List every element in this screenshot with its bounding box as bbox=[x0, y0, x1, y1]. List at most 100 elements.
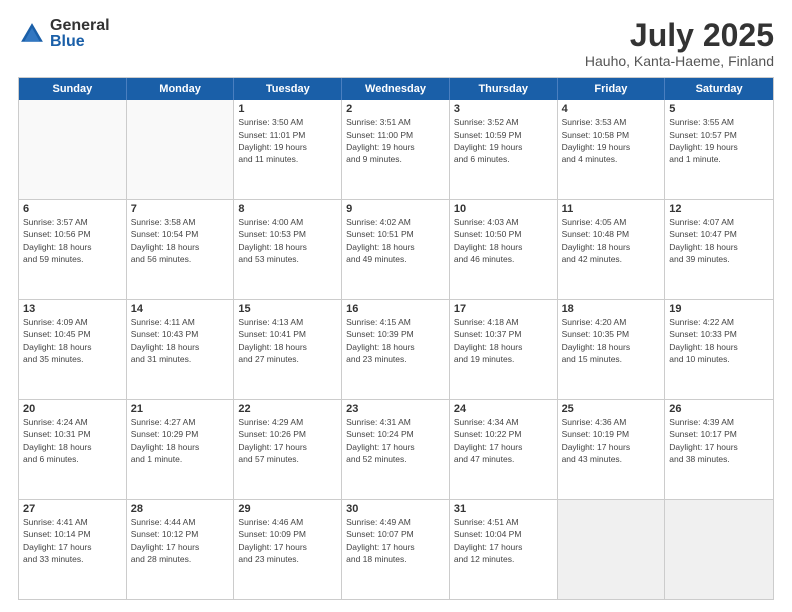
day-number: 3 bbox=[454, 103, 553, 115]
day-number: 4 bbox=[562, 103, 661, 115]
calendar-cell: 16Sunrise: 4:15 AM Sunset: 10:39 PM Dayl… bbox=[342, 300, 450, 399]
calendar-week-3: 13Sunrise: 4:09 AM Sunset: 10:45 PM Dayl… bbox=[19, 299, 773, 399]
calendar-cell bbox=[665, 500, 773, 599]
calendar-cell: 25Sunrise: 4:36 AM Sunset: 10:19 PM Dayl… bbox=[558, 400, 666, 499]
day-number: 1 bbox=[238, 103, 337, 115]
calendar-cell: 29Sunrise: 4:46 AM Sunset: 10:09 PM Dayl… bbox=[234, 500, 342, 599]
header-day-tuesday: Tuesday bbox=[234, 78, 342, 100]
logo-blue: Blue bbox=[50, 34, 110, 50]
day-number: 12 bbox=[669, 203, 769, 215]
calendar-cell: 30Sunrise: 4:49 AM Sunset: 10:07 PM Dayl… bbox=[342, 500, 450, 599]
day-number: 10 bbox=[454, 203, 553, 215]
calendar-cell: 20Sunrise: 4:24 AM Sunset: 10:31 PM Dayl… bbox=[19, 400, 127, 499]
calendar-cell: 24Sunrise: 4:34 AM Sunset: 10:22 PM Dayl… bbox=[450, 400, 558, 499]
day-info: Sunrise: 4:41 AM Sunset: 10:14 PM Daylig… bbox=[23, 516, 122, 565]
page: General Blue July 2025 Hauho, Kanta-Haem… bbox=[0, 0, 792, 612]
calendar-cell: 13Sunrise: 4:09 AM Sunset: 10:45 PM Dayl… bbox=[19, 300, 127, 399]
day-info: Sunrise: 3:55 AM Sunset: 10:57 PM Daylig… bbox=[669, 116, 769, 165]
calendar-week-5: 27Sunrise: 4:41 AM Sunset: 10:14 PM Dayl… bbox=[19, 499, 773, 599]
calendar: SundayMondayTuesdayWednesdayThursdayFrid… bbox=[18, 77, 774, 600]
logo: General Blue bbox=[18, 18, 110, 50]
day-number: 26 bbox=[669, 403, 769, 415]
calendar-cell: 3Sunrise: 3:52 AM Sunset: 10:59 PM Dayli… bbox=[450, 100, 558, 199]
day-info: Sunrise: 4:49 AM Sunset: 10:07 PM Daylig… bbox=[346, 516, 445, 565]
calendar-cell: 7Sunrise: 3:58 AM Sunset: 10:54 PM Dayli… bbox=[127, 200, 235, 299]
calendar-cell: 27Sunrise: 4:41 AM Sunset: 10:14 PM Dayl… bbox=[19, 500, 127, 599]
header-day-wednesday: Wednesday bbox=[342, 78, 450, 100]
calendar-cell: 19Sunrise: 4:22 AM Sunset: 10:33 PM Dayl… bbox=[665, 300, 773, 399]
calendar-cell: 28Sunrise: 4:44 AM Sunset: 10:12 PM Dayl… bbox=[127, 500, 235, 599]
header: General Blue July 2025 Hauho, Kanta-Haem… bbox=[18, 18, 774, 69]
day-number: 25 bbox=[562, 403, 661, 415]
calendar-week-1: 1Sunrise: 3:50 AM Sunset: 11:01 PM Dayli… bbox=[19, 100, 773, 199]
day-info: Sunrise: 4:13 AM Sunset: 10:41 PM Daylig… bbox=[238, 316, 337, 365]
day-number: 28 bbox=[131, 503, 230, 515]
title-block: July 2025 Hauho, Kanta-Haeme, Finland bbox=[585, 18, 774, 69]
calendar-cell: 2Sunrise: 3:51 AM Sunset: 11:00 PM Dayli… bbox=[342, 100, 450, 199]
calendar-cell: 31Sunrise: 4:51 AM Sunset: 10:04 PM Dayl… bbox=[450, 500, 558, 599]
logo-icon bbox=[18, 20, 46, 48]
day-info: Sunrise: 4:24 AM Sunset: 10:31 PM Daylig… bbox=[23, 416, 122, 465]
header-day-friday: Friday bbox=[558, 78, 666, 100]
calendar-cell: 18Sunrise: 4:20 AM Sunset: 10:35 PM Dayl… bbox=[558, 300, 666, 399]
calendar-body: 1Sunrise: 3:50 AM Sunset: 11:01 PM Dayli… bbox=[19, 100, 773, 599]
day-number: 31 bbox=[454, 503, 553, 515]
day-number: 15 bbox=[238, 303, 337, 315]
day-number: 6 bbox=[23, 203, 122, 215]
calendar-cell bbox=[19, 100, 127, 199]
calendar-cell: 9Sunrise: 4:02 AM Sunset: 10:51 PM Dayli… bbox=[342, 200, 450, 299]
day-number: 2 bbox=[346, 103, 445, 115]
calendar-cell: 23Sunrise: 4:31 AM Sunset: 10:24 PM Dayl… bbox=[342, 400, 450, 499]
calendar-cell: 1Sunrise: 3:50 AM Sunset: 11:01 PM Dayli… bbox=[234, 100, 342, 199]
day-info: Sunrise: 3:50 AM Sunset: 11:01 PM Daylig… bbox=[238, 116, 337, 165]
day-number: 14 bbox=[131, 303, 230, 315]
day-info: Sunrise: 3:51 AM Sunset: 11:00 PM Daylig… bbox=[346, 116, 445, 165]
logo-text: General Blue bbox=[50, 18, 110, 50]
calendar-cell: 21Sunrise: 4:27 AM Sunset: 10:29 PM Dayl… bbox=[127, 400, 235, 499]
day-number: 21 bbox=[131, 403, 230, 415]
calendar-week-2: 6Sunrise: 3:57 AM Sunset: 10:56 PM Dayli… bbox=[19, 199, 773, 299]
day-info: Sunrise: 3:53 AM Sunset: 10:58 PM Daylig… bbox=[562, 116, 661, 165]
day-number: 30 bbox=[346, 503, 445, 515]
calendar-cell: 10Sunrise: 4:03 AM Sunset: 10:50 PM Dayl… bbox=[450, 200, 558, 299]
calendar-cell: 4Sunrise: 3:53 AM Sunset: 10:58 PM Dayli… bbox=[558, 100, 666, 199]
day-info: Sunrise: 4:03 AM Sunset: 10:50 PM Daylig… bbox=[454, 216, 553, 265]
calendar-cell bbox=[558, 500, 666, 599]
day-info: Sunrise: 4:11 AM Sunset: 10:43 PM Daylig… bbox=[131, 316, 230, 365]
day-info: Sunrise: 4:29 AM Sunset: 10:26 PM Daylig… bbox=[238, 416, 337, 465]
header-day-saturday: Saturday bbox=[665, 78, 773, 100]
day-info: Sunrise: 4:07 AM Sunset: 10:47 PM Daylig… bbox=[669, 216, 769, 265]
day-info: Sunrise: 4:51 AM Sunset: 10:04 PM Daylig… bbox=[454, 516, 553, 565]
day-number: 29 bbox=[238, 503, 337, 515]
day-number: 11 bbox=[562, 203, 661, 215]
calendar-cell: 14Sunrise: 4:11 AM Sunset: 10:43 PM Dayl… bbox=[127, 300, 235, 399]
day-info: Sunrise: 3:58 AM Sunset: 10:54 PM Daylig… bbox=[131, 216, 230, 265]
calendar-cell: 26Sunrise: 4:39 AM Sunset: 10:17 PM Dayl… bbox=[665, 400, 773, 499]
calendar-cell: 12Sunrise: 4:07 AM Sunset: 10:47 PM Dayl… bbox=[665, 200, 773, 299]
day-info: Sunrise: 4:44 AM Sunset: 10:12 PM Daylig… bbox=[131, 516, 230, 565]
day-number: 17 bbox=[454, 303, 553, 315]
header-day-monday: Monday bbox=[127, 78, 235, 100]
day-info: Sunrise: 4:36 AM Sunset: 10:19 PM Daylig… bbox=[562, 416, 661, 465]
day-info: Sunrise: 4:46 AM Sunset: 10:09 PM Daylig… bbox=[238, 516, 337, 565]
day-number: 16 bbox=[346, 303, 445, 315]
day-info: Sunrise: 4:31 AM Sunset: 10:24 PM Daylig… bbox=[346, 416, 445, 465]
calendar-cell: 11Sunrise: 4:05 AM Sunset: 10:48 PM Dayl… bbox=[558, 200, 666, 299]
day-info: Sunrise: 4:34 AM Sunset: 10:22 PM Daylig… bbox=[454, 416, 553, 465]
day-number: 24 bbox=[454, 403, 553, 415]
day-number: 23 bbox=[346, 403, 445, 415]
day-info: Sunrise: 4:15 AM Sunset: 10:39 PM Daylig… bbox=[346, 316, 445, 365]
day-info: Sunrise: 4:20 AM Sunset: 10:35 PM Daylig… bbox=[562, 316, 661, 365]
calendar-header-row: SundayMondayTuesdayWednesdayThursdayFrid… bbox=[19, 78, 773, 100]
day-info: Sunrise: 4:02 AM Sunset: 10:51 PM Daylig… bbox=[346, 216, 445, 265]
calendar-title: July 2025 bbox=[585, 18, 774, 53]
calendar-cell: 22Sunrise: 4:29 AM Sunset: 10:26 PM Dayl… bbox=[234, 400, 342, 499]
day-info: Sunrise: 3:52 AM Sunset: 10:59 PM Daylig… bbox=[454, 116, 553, 165]
day-info: Sunrise: 4:39 AM Sunset: 10:17 PM Daylig… bbox=[669, 416, 769, 465]
day-info: Sunrise: 4:05 AM Sunset: 10:48 PM Daylig… bbox=[562, 216, 661, 265]
day-number: 20 bbox=[23, 403, 122, 415]
header-day-sunday: Sunday bbox=[19, 78, 127, 100]
day-number: 27 bbox=[23, 503, 122, 515]
day-number: 19 bbox=[669, 303, 769, 315]
day-number: 7 bbox=[131, 203, 230, 215]
